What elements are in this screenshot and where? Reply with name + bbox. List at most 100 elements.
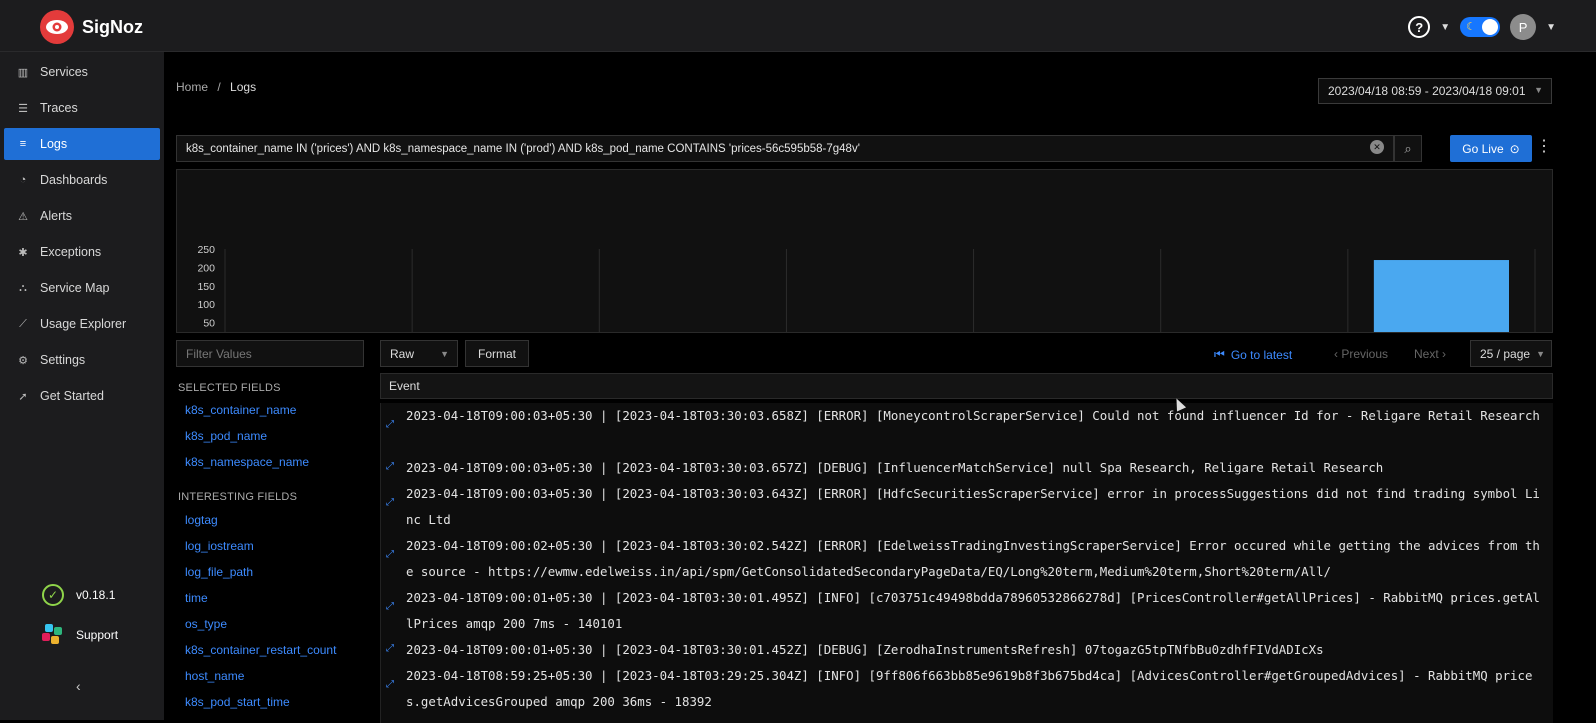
interesting-fields-heading: INTERESTING FIELDS [178,491,298,503]
events-table: Event ⤢ 2023-04-18T09:00:03+05:30 | [202… [380,373,1553,723]
go-live-button[interactable]: Go Live ⊙ [1450,135,1532,162]
previous-label: Previous [1341,347,1389,361]
list-icon: ☰ [18,102,28,115]
sidebar-item-label: Settings [40,353,86,367]
event-column-header: Event [389,379,420,393]
sidebar-item-traces[interactable]: ☰ Traces [4,92,160,124]
gear-icon: ⚙ [18,354,28,367]
log-message: 2023-04-18T09:00:03+05:30 | [2023-04-18T… [406,486,1540,527]
bar-chart-icon: ▥ [17,66,29,79]
interesting-field[interactable]: log_file_path [185,565,253,579]
avatar[interactable]: P [1510,14,1537,40]
top-bar: SigNoz ? ▼ ☾ P ▼ [0,0,1596,52]
collapse-sidebar-icon[interactable]: ‹ [76,678,81,694]
align-left-icon: ≡ [19,138,27,150]
breadcrumb-home[interactable]: Home [176,80,208,94]
help-chevron-down-icon[interactable]: ▼ [1440,22,1450,33]
expand-icon[interactable]: ⤢ [386,643,394,654]
query-text: k8s_container_name IN ('prices') AND k8s… [186,142,860,155]
theme-toggle[interactable]: ☾ [1460,17,1501,37]
user-chevron-down-icon[interactable]: ▼ [1546,22,1556,33]
sidebar-item-label: Usage Explorer [40,317,127,331]
sidebar-item-label: Service Map [40,281,110,295]
selected-field[interactable]: k8s_container_name [185,403,296,417]
play-circle-icon: ⊙ [1509,141,1520,156]
sidebar-item-label: Services [40,65,88,79]
chart-bar [1373,260,1509,341]
view-mode-value: Raw [390,346,415,361]
search-input[interactable]: k8s_container_name IN ('prices') AND k8s… [176,135,1394,162]
chevron-down-icon: ▼ [1534,85,1543,95]
dashboard-icon: ◔ [19,174,27,186]
main-content: Home / Logs 2023/04/18 08:59 - 2023/04/1… [164,52,1596,723]
sidebar-item-service-map[interactable]: ⛬ Service Map [4,272,160,304]
selected-field[interactable]: k8s_namespace_name [185,455,309,469]
top-right-controls: ? ▼ ☾ P ▼ [1408,14,1556,40]
sidebar-item-label: Exceptions [40,245,102,259]
sidebar-item-label: Logs [40,137,68,151]
slack-icon [42,624,64,646]
expand-icon[interactable]: ⤢ [386,419,394,430]
sidebar-item-get-started[interactable]: ➚ Get Started [4,380,160,412]
interesting-field[interactable]: log_iostream [185,539,254,553]
sidebar-item-exceptions[interactable]: ✱ Exceptions [4,236,160,268]
expand-icon[interactable]: ⤢ [386,549,394,560]
page-size-value: 25 / page [1480,346,1531,361]
support-link[interactable]: Support [42,624,118,646]
expand-icon[interactable]: ⤢ [386,461,394,472]
interesting-field[interactable]: time [185,591,208,605]
page-size-select[interactable]: 25 / page ▼ [1470,340,1552,367]
previous-page-button[interactable]: ‹ Previous [1334,347,1388,361]
expand-icon[interactable]: ⤢ [386,601,394,612]
go-to-latest-button[interactable]: ⏮ Go to latest [1214,347,1292,362]
events-list: ⤢ 2023-04-18T09:00:03+05:30 | [2023-04-1… [380,403,1553,723]
selected-fields-heading: SELECTED FIELDS [178,382,281,394]
interesting-field[interactable]: k8s_pod_start_time [185,695,290,709]
alert-icon: ⚠ [18,210,28,223]
rocket-icon: ➚ [18,390,28,403]
expand-icon[interactable]: ⤢ [386,497,394,508]
bug-icon: ✱ [18,246,28,259]
deployment-icon: ⛬ [19,281,27,294]
filter-values-input[interactable]: Filter Values [176,340,364,367]
sidebar-item-dashboards[interactable]: ◔ Dashboards [4,164,160,196]
format-button[interactable]: Format [465,340,529,367]
expand-icon[interactable]: ⤢ [386,679,394,690]
logs-histogram-chart: 25020015010050008:59:0008:59:1008:59:200… [197,244,1536,362]
date-range-value: 2023/04/18 08:59 - 2023/04/18 09:01 [1328,84,1526,98]
clear-icon[interactable]: ✕ [1370,140,1384,154]
sidebar-item-label: Traces [40,101,78,115]
interesting-field[interactable]: os_type [185,617,227,631]
log-message: 2023-04-18T09:00:02+05:30 | [2023-04-18T… [406,538,1540,579]
chevron-down-icon: ▼ [440,348,449,359]
sidebar-item-usage-explorer[interactable]: ⟋ Usage Explorer [4,308,160,340]
format-label: Format [477,346,516,361]
next-page-button[interactable]: Next › [1414,347,1446,361]
view-mode-select[interactable]: Raw ▼ [380,340,458,367]
interesting-field[interactable]: logtag [185,513,218,527]
sidebar-item-alerts[interactable]: ⚠ Alerts [4,200,160,232]
version-label: v0.18.1 [76,588,116,602]
help-icon[interactable]: ? [1408,16,1431,38]
sidebar-item-settings[interactable]: ⚙ Settings [4,344,160,376]
interesting-field[interactable]: host_name [185,669,244,683]
app-logo[interactable]: SigNoz [40,10,143,44]
y-tick-label: 100 [197,299,215,311]
sidebar-item-services[interactable]: ▥ Services [4,56,160,88]
logs-histogram: 25020015010050008:59:0008:59:1008:59:200… [176,169,1553,362]
interesting-field[interactable]: k8s_container_restart_count [185,643,336,657]
selected-field[interactable]: k8s_pod_name [185,429,267,443]
y-tick-label: 50 [203,318,215,330]
sidebar-item-label: Alerts [40,209,72,223]
search-icon[interactable]: ⌕ [1394,135,1422,162]
log-message: 2023-04-18T08:59:25+05:30 | [2023-04-18T… [406,668,1533,709]
sidebar-item-logs[interactable]: ≡ Logs [4,128,160,160]
go-live-label: Go Live [1462,141,1504,156]
more-options-icon[interactable]: ⋮ [1536,136,1552,156]
line-chart-icon: ⟋ [19,317,27,330]
date-range-picker[interactable]: 2023/04/18 08:59 - 2023/04/18 09:01 ▼ [1318,78,1552,104]
check-circle-icon: ✓ [42,584,64,606]
support-label: Support [76,628,119,642]
app-name: SigNoz [82,16,143,37]
version-indicator[interactable]: ✓ v0.18.1 [42,584,115,606]
